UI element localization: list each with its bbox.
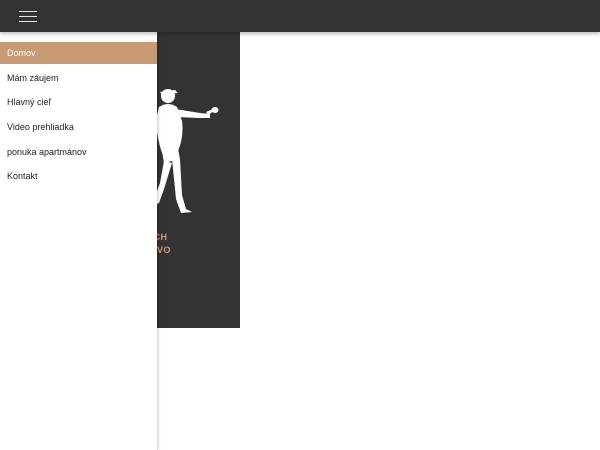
nav-item-ponuka-apartmanov[interactable]: ponuka apartmánov [0,141,157,166]
nav-item-hlavny-ciel[interactable]: Hlavný cieľ [0,91,157,116]
nav-item-mam-zaujem[interactable]: Mám záujem [0,67,157,92]
nav-item-kontakt[interactable]: Kontakt [0,165,157,190]
menu-icon-bar [19,21,37,22]
top-bar [0,0,600,32]
nav-list: Domov Mám záujem Hlavný cieľ Video prehl… [0,32,157,190]
nav-item-video-prehliadka[interactable]: Video prehliadka [0,116,157,141]
nav-drawer: Domov Mám záujem Hlavný cieľ Video prehl… [0,32,157,450]
menu-icon-bar [19,11,37,12]
menu-icon[interactable] [14,6,42,26]
page: ICKÝCH AJNOVO Domov Mám záujem Hlavný ci… [0,0,600,450]
menu-icon-bar [19,16,37,17]
nav-item-domov[interactable]: Domov [0,42,157,64]
